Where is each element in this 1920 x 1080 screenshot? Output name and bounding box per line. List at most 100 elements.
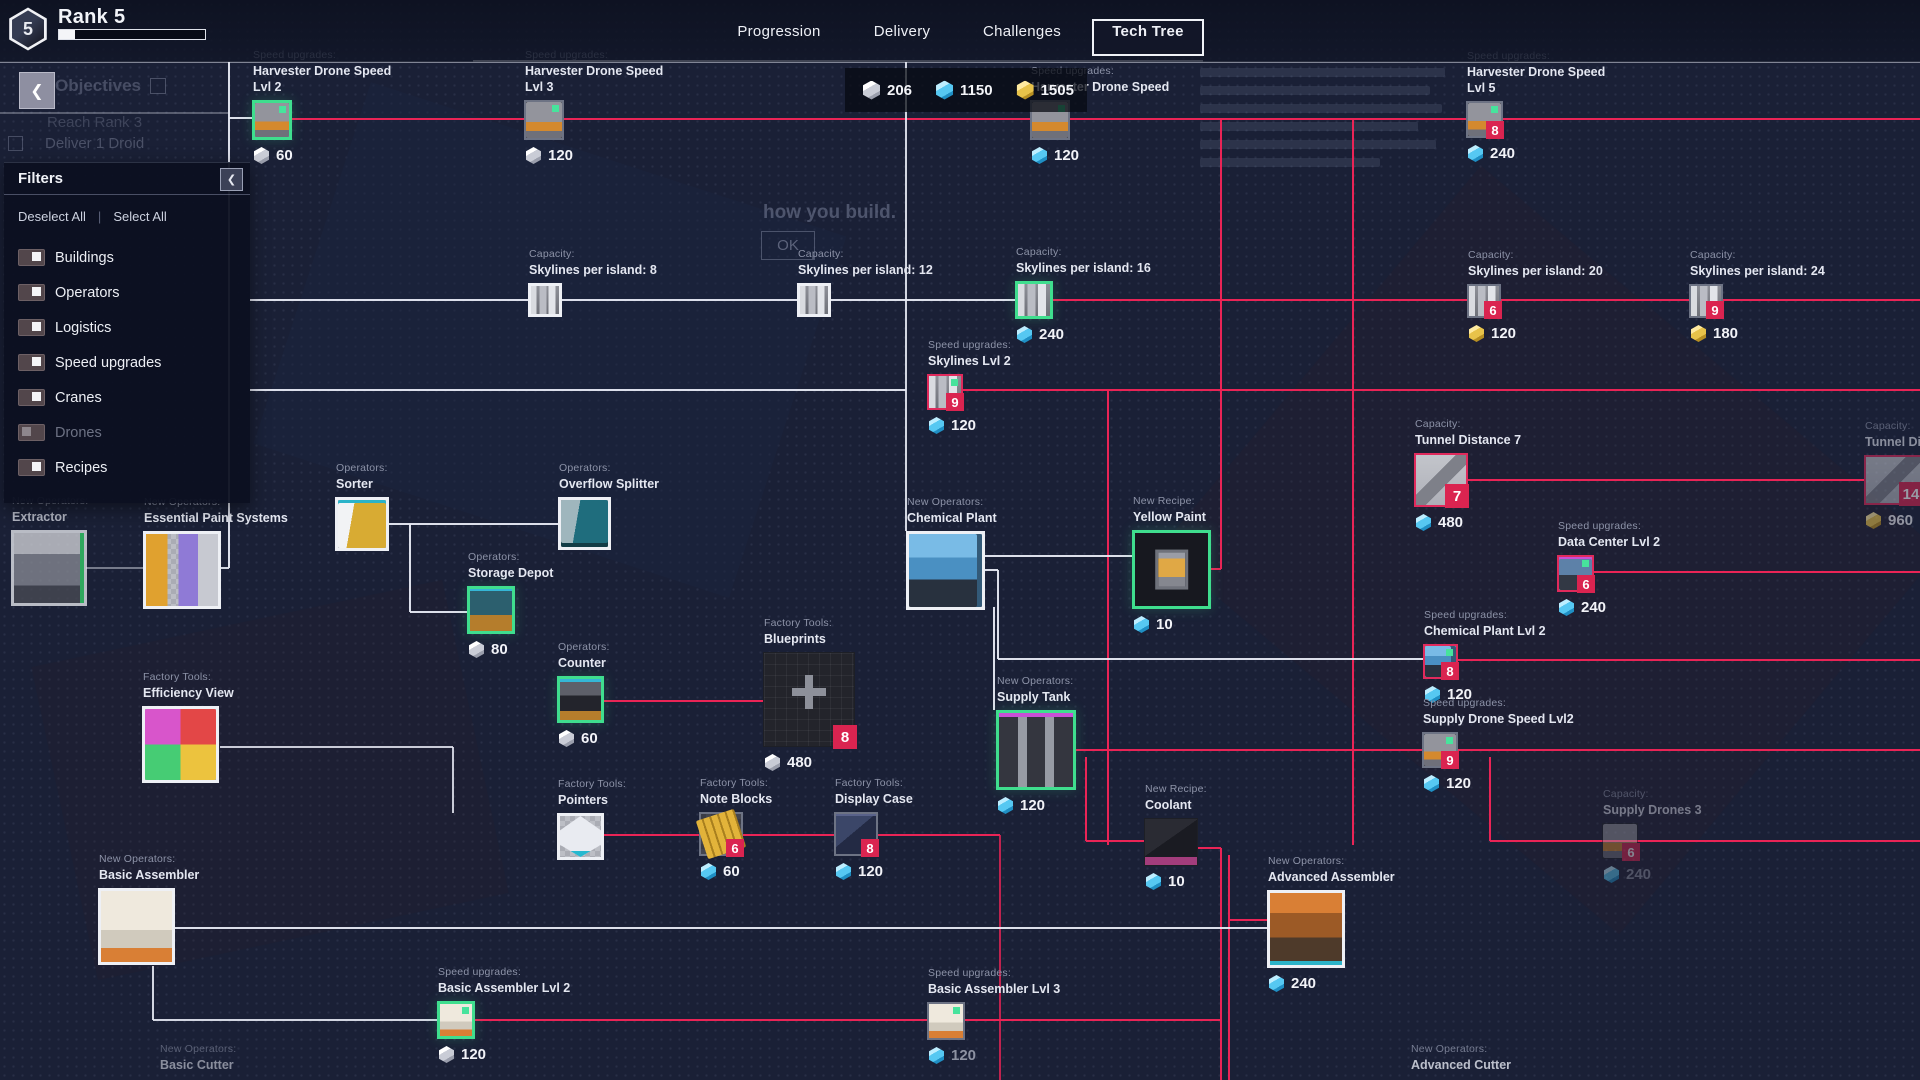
deselect-all-link[interactable]: Deselect All bbox=[18, 209, 86, 224]
sorter-icon[interactable] bbox=[335, 497, 389, 551]
filter-item-speed-upgrades[interactable]: Speed upgrades bbox=[18, 354, 161, 371]
supply-drone-speed-lvl2-icon[interactable]: 9 bbox=[1422, 732, 1458, 768]
toggle-on-icon[interactable] bbox=[18, 459, 45, 476]
note-blocks-icon[interactable]: 6 bbox=[699, 812, 743, 856]
node-category: Speed upgrades: bbox=[1423, 697, 1574, 711]
basic-assembler-icon[interactable] bbox=[98, 888, 175, 965]
efficiency-view-icon[interactable] bbox=[142, 706, 219, 783]
upgrade-corner-icon bbox=[951, 379, 958, 386]
harvester-drone-speed-lvl3-icon[interactable] bbox=[524, 100, 564, 140]
node-name: Essential Paint Systems bbox=[144, 510, 288, 526]
filter-item-drones[interactable]: Drones bbox=[18, 424, 102, 441]
tab-tech-tree[interactable]: Tech Tree bbox=[1112, 23, 1184, 40]
node-chemical-plant-lvl2: Speed upgrades:Chemical Plant Lvl 28120 bbox=[1423, 644, 1458, 679]
data-center-lvl2-icon[interactable]: 6 bbox=[1557, 555, 1594, 592]
filter-item-operators[interactable]: Operators bbox=[18, 284, 119, 301]
node-labels: Speed upgrades:Skylines Lvl 2 bbox=[928, 339, 1011, 369]
yellow-paint-icon[interactable] bbox=[1132, 530, 1211, 609]
harvester-drone-speed-lvl2-icon[interactable] bbox=[252, 100, 292, 140]
basic-assembler-lvl3-icon[interactable] bbox=[927, 1002, 965, 1040]
node-name: Supply Drones 3 bbox=[1603, 802, 1702, 818]
toggle-on-icon[interactable] bbox=[18, 389, 45, 406]
chemical-plant-icon[interactable] bbox=[906, 531, 985, 610]
tab-challenges[interactable]: Challenges bbox=[983, 23, 1061, 40]
cost-value: 240 bbox=[1490, 145, 1515, 162]
supply-tank-icon[interactable] bbox=[996, 710, 1076, 790]
tech-tree-canvas[interactable]: Speed upgrades: Harvester Drone Speed Lvl… bbox=[0, 0, 1920, 1080]
node-art bbox=[1145, 819, 1197, 865]
node-name: Skylines per island: 8 bbox=[529, 262, 657, 278]
collapse-panel-button[interactable]: ❮ bbox=[220, 168, 243, 191]
skylines-per-island-8-icon[interactable] bbox=[528, 283, 562, 317]
blue-cube-icon bbox=[1269, 975, 1284, 992]
toggle-on-icon[interactable] bbox=[18, 249, 45, 266]
node-category: Factory Tools: bbox=[764, 617, 832, 631]
node-cost: 60 bbox=[559, 730, 598, 747]
skylines-lvl2-icon[interactable]: 9 bbox=[927, 374, 963, 410]
cost-value: 10 bbox=[1156, 616, 1173, 633]
node-cost: 10 bbox=[1134, 616, 1173, 633]
display-case-icon[interactable]: 8 bbox=[834, 812, 878, 856]
node-labels: New Operators:Chemical Plant bbox=[907, 496, 997, 526]
node-basic-assembler-lvl3: Speed upgrades:Basic Assembler Lvl 3120 bbox=[927, 1002, 965, 1040]
toggle-on-icon[interactable] bbox=[18, 319, 45, 336]
node-labels: Operators:Sorter bbox=[336, 462, 388, 492]
supply-drones-3-icon[interactable]: 6 bbox=[1602, 823, 1638, 859]
chemical-plant-lvl2-icon[interactable]: 8 bbox=[1423, 644, 1458, 679]
tab-delivery[interactable]: Delivery bbox=[874, 23, 931, 40]
blue-cube-icon bbox=[998, 797, 1013, 814]
counter-icon[interactable] bbox=[557, 676, 604, 723]
skylines-per-island-24-icon[interactable]: 9 bbox=[1689, 284, 1723, 318]
node-basic-assembler-lvl2: Speed upgrades:Basic Assembler Lvl 2120 bbox=[437, 1001, 475, 1039]
advanced-assembler-icon[interactable] bbox=[1267, 890, 1345, 968]
node-labels: Capacity:Skylines per island: 24 bbox=[1690, 249, 1825, 279]
node-art bbox=[531, 286, 559, 314]
node-essential-paint-systems: New Operators:Essential Paint Systems bbox=[143, 531, 221, 609]
node-art bbox=[1135, 533, 1208, 606]
essential-paint-systems-icon[interactable] bbox=[143, 531, 221, 609]
tech-tree-screen: Objectives Reach Rank 3 Deliver 1 Droid … bbox=[0, 0, 1920, 1080]
node-tunnel-distance-7: Capacity:Tunnel Distance 77480 bbox=[1414, 453, 1468, 507]
resource-yellow: 1505 bbox=[1017, 81, 1074, 100]
harvester-drone-speed-lvl5-icon[interactable]: 8 bbox=[1466, 101, 1503, 138]
blueprints-icon[interactable]: 8 bbox=[763, 652, 855, 747]
toggle-on-icon[interactable] bbox=[18, 354, 45, 371]
extractor-icon[interactable] bbox=[11, 530, 87, 606]
node-counter: Operators:Counter60 bbox=[557, 676, 604, 723]
filter-item-cranes[interactable]: Cranes bbox=[18, 389, 102, 406]
resource-value: 206 bbox=[887, 82, 912, 99]
blue-cube-icon bbox=[936, 81, 953, 100]
skylines-per-island-20-icon[interactable]: 6 bbox=[1467, 284, 1501, 318]
blue-cube-icon bbox=[929, 1047, 944, 1064]
yellow-cube-icon bbox=[1866, 512, 1881, 529]
node-labels: Speed upgrades:Basic Assembler Lvl 3 bbox=[928, 967, 1060, 997]
white-cube-icon bbox=[526, 147, 541, 164]
filter-item-recipes[interactable]: Recipes bbox=[18, 459, 107, 476]
basic-assembler-lvl2-icon[interactable] bbox=[437, 1001, 475, 1039]
node-category: Operators: bbox=[468, 551, 553, 565]
select-all-link[interactable]: Select All bbox=[113, 209, 166, 224]
white-cube-icon bbox=[863, 81, 880, 100]
node-name: Harvester Drone Speed Lvl 3 bbox=[525, 63, 663, 96]
resource-value: 1505 bbox=[1041, 82, 1074, 99]
skylines-per-island-16-icon[interactable] bbox=[1015, 281, 1053, 319]
storage-depot-icon[interactable] bbox=[467, 586, 515, 634]
filters-header: Filters ❮ bbox=[4, 163, 250, 195]
tab-progression[interactable]: Progression bbox=[737, 23, 820, 40]
tunnel-distance-far-icon[interactable]: 14 bbox=[1864, 455, 1920, 505]
tunnel-distance-7-icon[interactable]: 7 bbox=[1414, 453, 1468, 507]
node-labels: New Operators:Basic Cutter bbox=[160, 1043, 236, 1073]
pointers-icon[interactable] bbox=[557, 813, 604, 860]
node-category: Operators: bbox=[558, 641, 610, 655]
toggle-on-icon[interactable] bbox=[18, 284, 45, 301]
rank-requirement-badge: 8 bbox=[861, 839, 879, 857]
filter-item-logistics[interactable]: Logistics bbox=[18, 319, 111, 336]
back-button[interactable]: ❮ bbox=[19, 72, 55, 109]
node-category: New Recipe: bbox=[1145, 783, 1207, 797]
coolant-icon[interactable] bbox=[1144, 818, 1198, 866]
skylines-per-island-12-icon[interactable] bbox=[797, 283, 831, 317]
toggle-off-icon[interactable] bbox=[18, 424, 45, 441]
filter-item-buildings[interactable]: Buildings bbox=[18, 249, 114, 266]
node-labels: Capacity:Tunnel Dist bbox=[1865, 420, 1920, 450]
overflow-splitter-icon[interactable] bbox=[558, 497, 611, 550]
